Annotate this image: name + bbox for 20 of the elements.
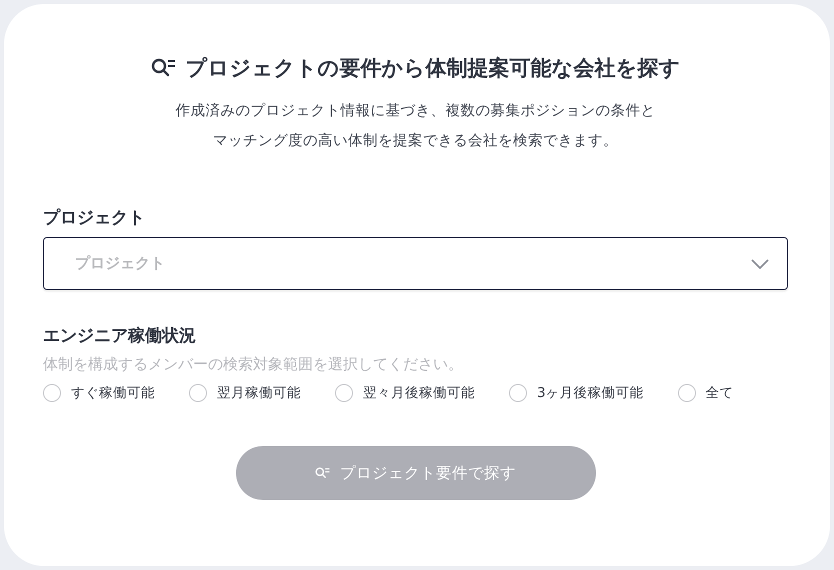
search-icon: [150, 58, 176, 78]
radio-label: すぐ稼働可能: [71, 384, 155, 402]
radio-button[interactable]: [43, 384, 61, 402]
description: 作成済みのプロジェクト情報に基づき、複数の募集ポジションの条件と マッチング度の高い体制を提案できる会社を検索できます。: [174, 102, 656, 151]
field-label: プロジェクト: [43, 207, 146, 229]
radio-label: 3ヶ月後稼働可能: [537, 384, 644, 402]
radio-label: 全て: [706, 384, 734, 402]
section-label: エンジニア稼働状況: [43, 325, 197, 347]
hint-text: 体制を構成するメンバーの検索対象範囲を選択してください。: [43, 355, 464, 374]
radio-button[interactable]: [189, 384, 207, 402]
page-title: プロジェクトの要件から体制提案可能な会社を探す: [186, 55, 680, 82]
radio-button[interactable]: [509, 384, 527, 402]
radio-label: 翌々月後稼働可能: [363, 384, 475, 402]
chevron-down-icon: [751, 258, 769, 268]
project-select[interactable]: プロジェクト: [43, 237, 788, 290]
search-icon: [315, 467, 330, 479]
radio-button[interactable]: [335, 384, 353, 402]
radio-button[interactable]: [678, 384, 696, 402]
radio-label: 翌月稼働可能: [217, 384, 301, 402]
select-placeholder: プロジェクト: [75, 254, 165, 273]
